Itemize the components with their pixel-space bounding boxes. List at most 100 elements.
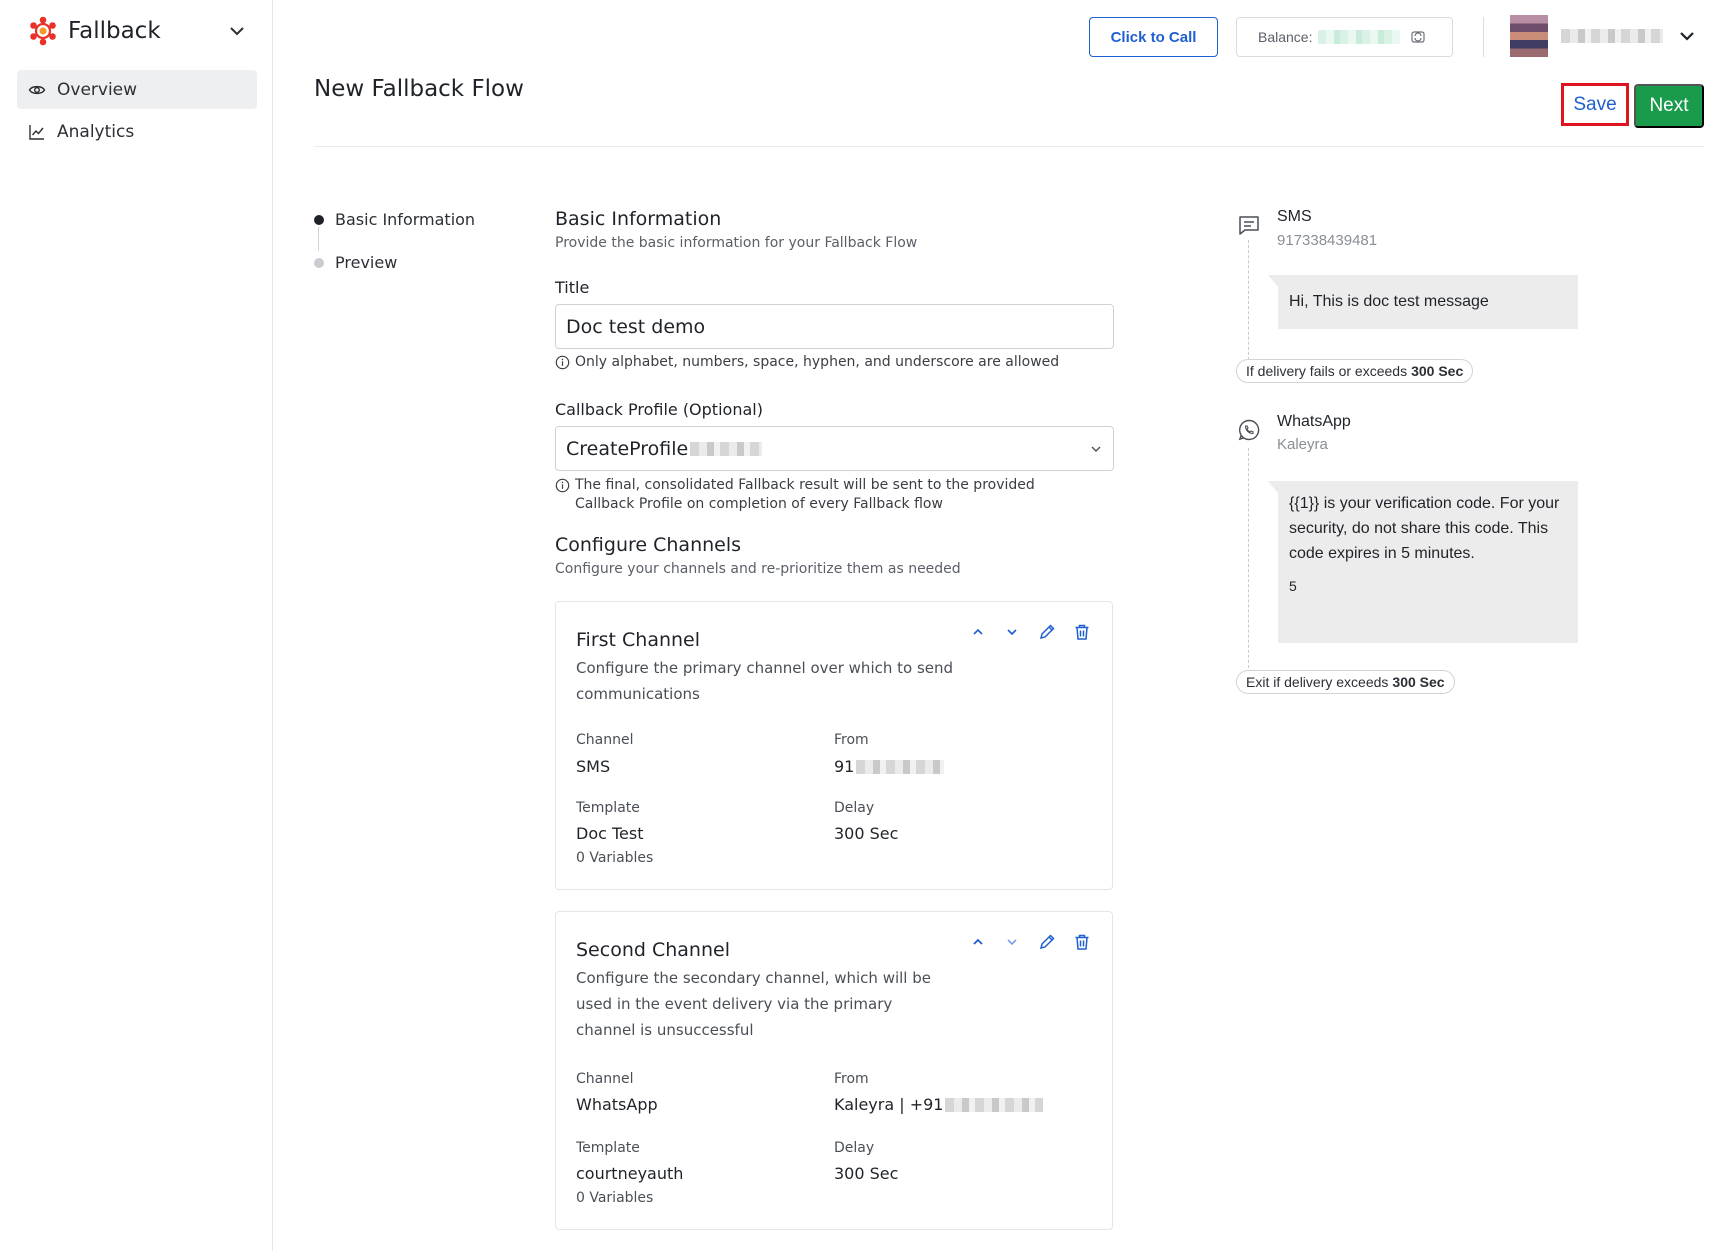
delay-key: Delay bbox=[834, 1140, 875, 1156]
page-title: New Fallback Flow bbox=[314, 76, 524, 102]
sidebar: Fallback Overview Analytics bbox=[0, 0, 273, 1251]
channel-value: SMS bbox=[576, 757, 611, 776]
edit-icon[interactable] bbox=[1037, 932, 1057, 952]
template-key: Template bbox=[576, 1140, 640, 1156]
preview-whatsapp-sender: Kaleyra bbox=[1277, 436, 1328, 453]
save-button[interactable]: Save bbox=[1561, 83, 1629, 126]
step-preview[interactable]: Preview bbox=[314, 253, 397, 272]
exit-condition-text: Exit if delivery exceeds bbox=[1246, 674, 1389, 690]
from-key: From bbox=[834, 732, 869, 748]
preview-whatsapp-bubble: {{1}} is your verification code. For you… bbox=[1268, 481, 1578, 643]
basic-info-title: Basic Information bbox=[555, 208, 722, 230]
step-label: Basic Information bbox=[335, 210, 476, 229]
channel-card-actions bbox=[968, 932, 1092, 954]
title-input-value: Doc test demo bbox=[566, 315, 706, 338]
header-divider bbox=[1483, 17, 1484, 57]
basic-info-subtitle: Provide the basic information for your F… bbox=[555, 235, 918, 251]
avatar[interactable] bbox=[1510, 15, 1548, 57]
callback-profile-select[interactable]: CreateProfile bbox=[555, 426, 1114, 471]
delay-value: 300 Sec bbox=[834, 1164, 899, 1183]
preview-whatsapp-footer: 5 bbox=[1289, 578, 1297, 594]
preview-sms-message: Hi, This is doc test message bbox=[1268, 275, 1578, 329]
title-field-label: Title bbox=[555, 278, 590, 297]
step-label: Preview bbox=[335, 253, 398, 272]
callback-profile-value: CreateProfile bbox=[566, 437, 689, 460]
chevron-down-icon[interactable] bbox=[1676, 25, 1698, 47]
balance-label: Balance: bbox=[1258, 29, 1313, 45]
from-key: From bbox=[834, 1071, 869, 1087]
first-channel-card: First Channel Configure the primary chan… bbox=[555, 601, 1113, 890]
preview-flow-line bbox=[1248, 240, 1249, 360]
eye-icon bbox=[28, 85, 46, 94]
template-value: Doc Test bbox=[576, 824, 644, 843]
sidebar-item-label: Analytics bbox=[57, 121, 135, 142]
line-chart-icon bbox=[29, 124, 44, 140]
callback-hint-text: The final, consolidated Fallback result … bbox=[575, 477, 1035, 512]
header-divider-line bbox=[314, 146, 1704, 147]
from-number-redacted bbox=[945, 1097, 1044, 1112]
exit-condition-value: 300 Sec bbox=[1392, 674, 1445, 690]
step-connector bbox=[318, 227, 319, 251]
move-up-icon[interactable] bbox=[968, 932, 988, 952]
delay-key: Delay bbox=[834, 800, 875, 816]
info-icon bbox=[555, 478, 570, 493]
variables-count: 0 Variables bbox=[576, 1190, 654, 1206]
from-value: Kaleyra | +91 bbox=[834, 1095, 944, 1114]
channel-card-actions bbox=[968, 622, 1092, 644]
move-up-icon[interactable] bbox=[968, 622, 988, 642]
info-icon bbox=[555, 355, 570, 370]
fallback-logo-icon bbox=[30, 16, 56, 46]
sms-icon bbox=[1239, 216, 1259, 235]
whatsapp-icon bbox=[1238, 419, 1260, 441]
from-field: 91 bbox=[834, 757, 945, 776]
balance-widget: Balance: bbox=[1236, 17, 1453, 57]
channel-key: Channel bbox=[576, 732, 634, 748]
sidebar-item-label: Overview bbox=[57, 79, 138, 100]
next-button[interactable]: Next bbox=[1634, 84, 1704, 128]
move-down-icon[interactable] bbox=[1002, 932, 1022, 952]
delete-icon[interactable] bbox=[1072, 622, 1092, 642]
title-input[interactable]: Doc test demo bbox=[555, 304, 1114, 349]
chevron-down-icon bbox=[1091, 446, 1101, 452]
refresh-icon[interactable] bbox=[1410, 29, 1426, 45]
balance-value-redacted bbox=[1318, 30, 1401, 44]
template-key: Template bbox=[576, 800, 640, 816]
step-active-dot bbox=[314, 214, 324, 225]
chevron-down-icon[interactable] bbox=[226, 20, 248, 42]
channel-card-title: Second Channel bbox=[576, 939, 730, 961]
variables-count: 0 Variables bbox=[576, 850, 654, 866]
sidebar-item-overview[interactable]: Overview bbox=[17, 70, 257, 109]
user-name-redacted bbox=[1561, 29, 1663, 43]
channel-card-description: Configure the primary channel over which… bbox=[576, 659, 954, 703]
step-inactive-dot bbox=[314, 257, 324, 268]
from-value: 91 bbox=[834, 757, 855, 776]
channel-key: Channel bbox=[576, 1071, 634, 1087]
step-basic-information[interactable]: Basic Information bbox=[314, 210, 475, 229]
preview-sms-name: SMS bbox=[1277, 208, 1312, 225]
preview-flow-line bbox=[1248, 448, 1249, 673]
callback-profile-redacted bbox=[690, 441, 763, 456]
template-value: courtneyauth bbox=[576, 1164, 684, 1183]
preview-sms-sender: 917338439481 bbox=[1277, 232, 1378, 249]
preview-whatsapp-message: {{1}} is your verification code. For you… bbox=[1289, 495, 1560, 562]
from-number-redacted bbox=[856, 759, 945, 774]
sidebar-item-analytics[interactable]: Analytics bbox=[17, 112, 257, 151]
callback-profile-label: Callback Profile (Optional) bbox=[555, 400, 763, 419]
preview-whatsapp-name: WhatsApp bbox=[1277, 413, 1351, 430]
move-down-icon[interactable] bbox=[1002, 622, 1022, 642]
delete-icon[interactable] bbox=[1072, 932, 1092, 952]
edit-icon[interactable] bbox=[1037, 622, 1057, 642]
channel-card-description: Configure the secondary channel, which w… bbox=[576, 969, 931, 1039]
callback-hint: The final, consolidated Fallback result … bbox=[555, 476, 1075, 514]
app-switcher[interactable]: Fallback bbox=[28, 14, 248, 48]
channel-value: WhatsApp bbox=[576, 1095, 658, 1114]
fallback-condition-text: If delivery fails or exceeds bbox=[1246, 363, 1408, 379]
delay-value: 300 Sec bbox=[834, 824, 899, 843]
fallback-condition-pill: If delivery fails or exceeds 300 Sec bbox=[1236, 359, 1474, 383]
exit-condition-pill: Exit if delivery exceeds 300 Sec bbox=[1236, 670, 1455, 694]
from-field: Kaleyra | +91 bbox=[834, 1095, 1044, 1114]
click-to-call-button[interactable]: Click to Call bbox=[1089, 17, 1218, 57]
title-hint: Only alphabet, numbers, space, hyphen, a… bbox=[555, 353, 1059, 372]
configure-channels-subtitle: Configure your channels and re-prioritiz… bbox=[555, 561, 961, 577]
second-channel-card: Second Channel Configure the secondary c… bbox=[555, 911, 1113, 1230]
